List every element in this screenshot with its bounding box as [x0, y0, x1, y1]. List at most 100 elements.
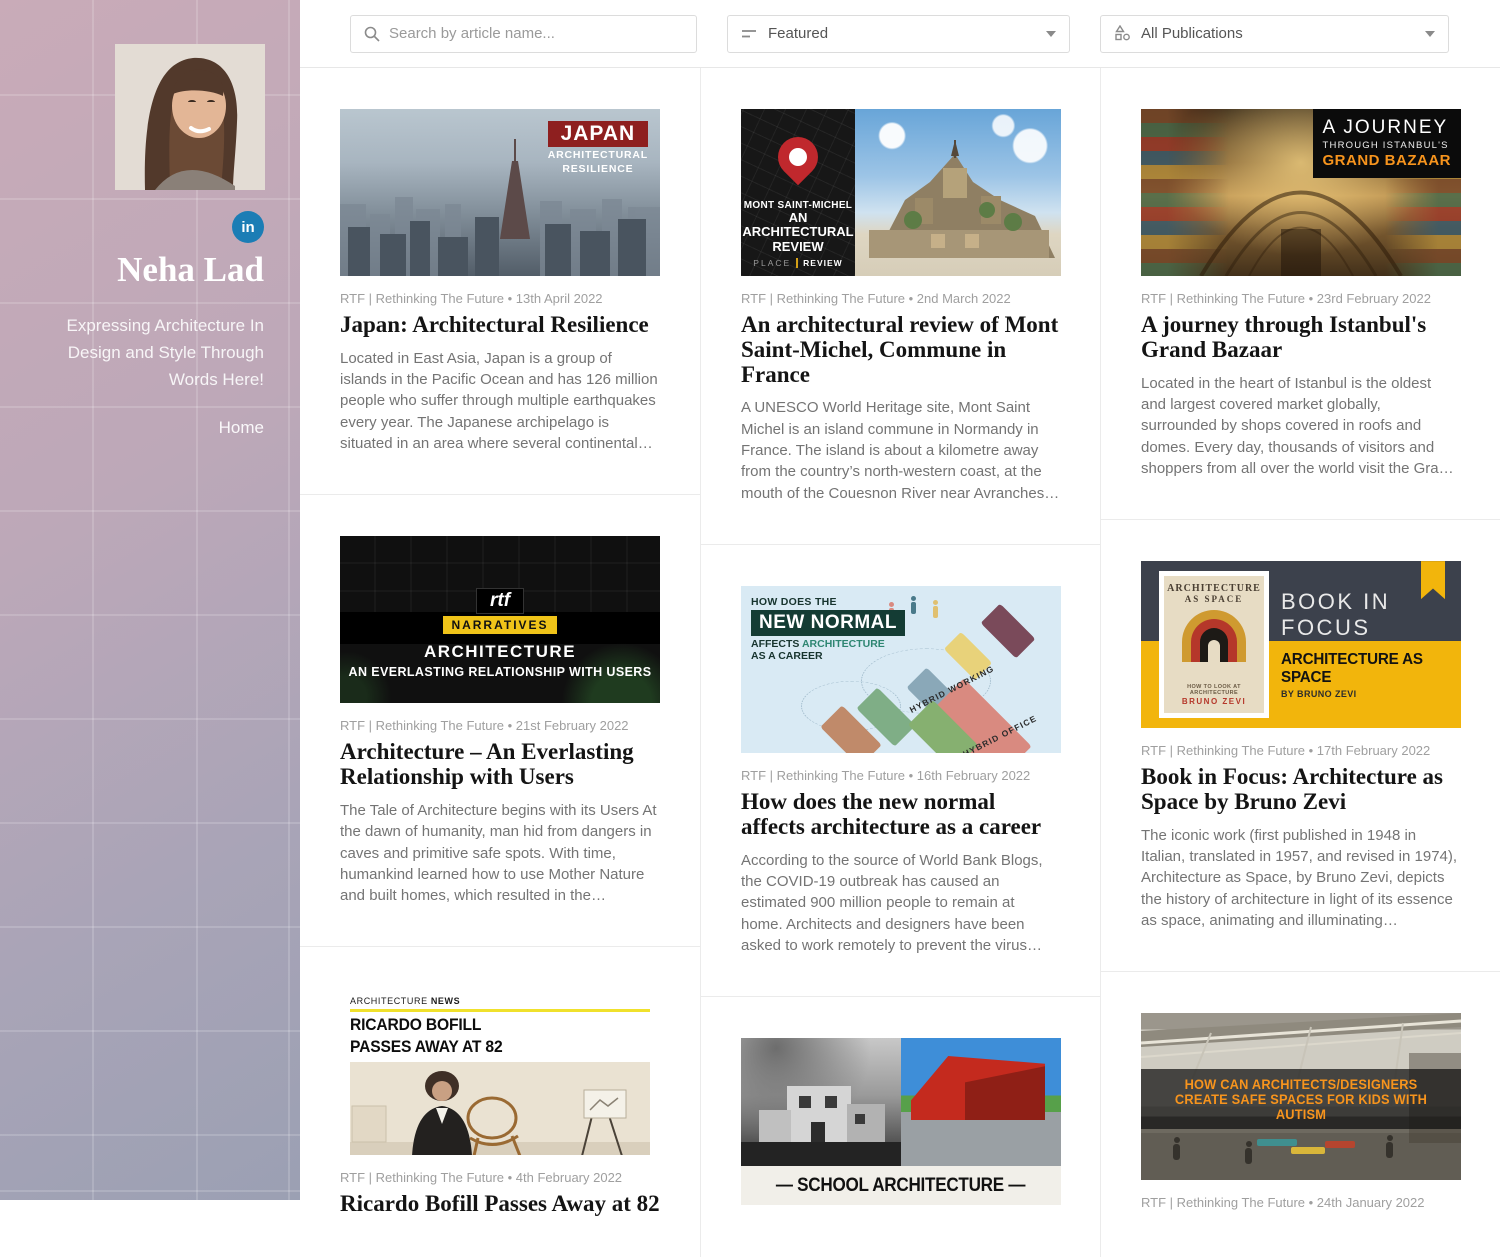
cover-subtitle: HOW TO LOOK AT ARCHITECTURE	[1164, 684, 1264, 696]
thumbnail-author: BY BRUNO ZEVI	[1281, 689, 1455, 699]
article-excerpt: According to the source of World Bank Bl…	[741, 850, 1060, 956]
article-excerpt: Located in East Asia, Japan is a group o…	[340, 348, 660, 454]
bofill-portrait	[350, 1062, 650, 1156]
article-title[interactable]: Architecture – An Everlasting Relationsh…	[340, 740, 660, 790]
article-card-mont-saint-michel[interactable]: MONT SAINT-MICHEL AN ARCHITECTURAL REVIE…	[701, 68, 1100, 545]
article-title[interactable]: An architectural review of Mont Saint-Mi…	[741, 313, 1060, 387]
thumbnail-title-block: A JOURNEY THROUGH ISTANBUL'S GRAND BAZAA…	[1313, 109, 1462, 178]
thumbnail-kicker: HOW DOES THE	[751, 596, 905, 608]
main-content: Featured All Publications	[300, 0, 1500, 1200]
avatar-portrait-graphic	[115, 44, 265, 190]
article-card-japan[interactable]: JAPAN ARCHITECTURAL RESILIENCE RTF | Ret…	[300, 68, 700, 495]
thumbnail-tags: PLACE REVIEW	[741, 258, 855, 268]
article-thumbnail-new-normal[interactable]: HYBRID WORKING HYBRID OFFICE HOW DOES TH…	[741, 586, 1061, 753]
article-thumbnail-mont-saint-michel[interactable]: MONT SAINT-MICHEL AN ARCHITECTURAL REVIE…	[741, 109, 1061, 276]
article-title[interactable]: Book in Focus: Architecture as Space by …	[1141, 765, 1460, 815]
old-school-photo	[741, 1038, 901, 1166]
thumbnail-subtitle: AFFECTS ARCHITECTURE	[751, 638, 905, 650]
kicker-text-bold: NEWS	[431, 996, 460, 1006]
narratives-badge: NARRATIVES	[443, 616, 556, 634]
publications-dropdown-value: All Publications	[1141, 25, 1243, 42]
subtitle-part: ARCHITECTURE	[802, 638, 885, 650]
search-icon	[364, 26, 380, 42]
thumbnail-title-band: HOW CAN ARCHITECTS/DESIGNERS CREATE SAFE…	[1141, 1069, 1461, 1129]
mont-saint-michel-photo	[855, 109, 1061, 276]
thumbnail-subtitle: AN EVERLASTING RELATIONSHIP WITH USERS	[349, 665, 652, 679]
sort-icon	[741, 28, 758, 40]
book-cover: ARCHITECTURE AS SPACE HOW TO LOOK AT ARC…	[1159, 571, 1269, 718]
article-thumbnail-book-in-focus[interactable]: BOOK IN FOCUS ARCHITECTURE AS SPACE BY B…	[1141, 561, 1461, 728]
article-meta: RTF | Rethinking The Future • 17th Febru…	[1141, 743, 1460, 758]
article-card-autism-spaces[interactable]: HOW CAN ARCHITECTS/DESIGNERS CREATE SAFE…	[1101, 972, 1500, 1250]
article-title[interactable]: A journey through Istanbul's Grand Bazaa…	[1141, 313, 1460, 363]
thumbnail-title: A JOURNEY	[1323, 117, 1452, 139]
linkedin-icon[interactable]: in	[232, 211, 264, 243]
thumbnail-title-block: ARCHITECTURE AS SPACE BY BRUNO ZEVI	[1281, 651, 1455, 699]
castle-graphic	[855, 138, 1061, 258]
person-figure	[911, 602, 916, 614]
article-thumbnail-school[interactable]: — SCHOOL ARCHITECTURE —	[741, 1038, 1061, 1205]
article-thumbnail-japan[interactable]: JAPAN ARCHITECTURAL RESILIENCE	[340, 109, 660, 276]
sort-dropdown[interactable]: Featured	[727, 15, 1070, 53]
article-title[interactable]: Ricardo Bofill Passes Away at 82	[340, 1192, 660, 1217]
sidebar: in Neha Lad Expressing Architecture In D…	[0, 0, 300, 1200]
search-box[interactable]	[350, 15, 697, 53]
sidebar-item-home[interactable]: Home	[219, 418, 264, 438]
thumbnail-title-block: rtf NARRATIVES ARCHITECTURE AN EVERLASTI…	[340, 536, 660, 703]
person-silhouette	[1173, 1144, 1180, 1160]
school-photos	[741, 1038, 1061, 1166]
cover-title: AS SPACE	[1164, 594, 1264, 604]
article-thumbnail-grand-bazaar[interactable]: A JOURNEY THROUGH ISTANBUL'S GRAND BAZAA…	[1141, 109, 1461, 276]
avatar	[115, 44, 265, 190]
thumbnail-subtitle: ARCHITECTURAL	[548, 149, 648, 161]
thumbnail-title-block: MONT SAINT-MICHEL AN ARCHITECTURAL REVIE…	[741, 200, 855, 268]
article-thumbnail-bofill[interactable]: ARCHITECTURE NEWS RICARDO BOFILL PASSES …	[340, 988, 660, 1155]
search-input[interactable]	[389, 25, 683, 42]
person-figure	[933, 606, 938, 618]
article-meta: RTF | Rethinking The Future • 16th Febru…	[741, 768, 1060, 783]
article-meta: RTF | Rethinking The Future • 4th Februa…	[340, 1170, 660, 1185]
article-thumbnail-everlasting[interactable]: rtf NARRATIVES ARCHITECTURE AN EVERLASTI…	[340, 536, 660, 703]
thumbnail-title: REVIEW	[741, 240, 855, 254]
article-card-school-architecture[interactable]: — SCHOOL ARCHITECTURE —	[701, 997, 1100, 1245]
profile-name: Neha Lad	[20, 250, 264, 290]
old-building-graphic	[741, 1038, 901, 1166]
article-title[interactable]: Japan: Architectural Resilience	[340, 313, 660, 338]
article-meta: RTF | Rethinking The Future • 2nd March …	[741, 291, 1060, 306]
thumbnail-caption-band: — SCHOOL ARCHITECTURE —	[741, 1166, 1061, 1205]
article-meta: RTF | Rethinking The Future • 23rd Febru…	[1141, 291, 1460, 306]
thumbnail-highlight: GRAND BAZAAR	[1323, 152, 1452, 169]
person-silhouette	[1245, 1148, 1252, 1164]
article-card-grand-bazaar[interactable]: A JOURNEY THROUGH ISTANBUL'S GRAND BAZAA…	[1101, 68, 1500, 520]
chevron-down-icon	[1046, 31, 1056, 37]
book-cover-art: ARCHITECTURE AS SPACE HOW TO LOOK AT ARC…	[1164, 576, 1264, 713]
thumbnail-title: NEW NORMAL	[751, 610, 905, 636]
article-meta: RTF | Rethinking The Future • 24th Janua…	[1141, 1195, 1460, 1210]
publications-dropdown[interactable]: All Publications	[1100, 15, 1449, 53]
tag-divider	[796, 258, 798, 268]
thumbnail-title: JAPAN	[548, 121, 648, 147]
category-shapes-icon	[1114, 25, 1131, 42]
article-card-everlasting[interactable]: rtf NARRATIVES ARCHITECTURE AN EVERLASTI…	[300, 495, 700, 947]
article-thumbnail-autism[interactable]: HOW CAN ARCHITECTS/DESIGNERS CREATE SAFE…	[1141, 1013, 1461, 1180]
thumbnail-subtitle: AS A CAREER	[751, 650, 905, 662]
profile-tagline: Expressing Architecture In Design and St…	[64, 312, 264, 393]
thumbnail-series-title: BOOK IN FOCUS	[1281, 589, 1461, 641]
article-title[interactable]: How does the new normal affects architec…	[741, 790, 1060, 840]
thumbnail-subtitle: RESILIENCE	[548, 163, 648, 175]
person-silhouette	[1386, 1142, 1393, 1158]
thumbnail-subtitle: THROUGH ISTANBUL'S	[1323, 140, 1452, 151]
article-card-new-normal[interactable]: HYBRID WORKING HYBRID OFFICE HOW DOES TH…	[701, 545, 1100, 997]
thumbnail-title: ARCHITECTURE AS SPACE	[1281, 651, 1446, 687]
tag-review: REVIEW	[803, 258, 843, 268]
article-excerpt: A UNESCO World Heritage site, Mont Saint…	[741, 397, 1060, 503]
article-excerpt: The Tale of Architecture begins with its…	[340, 800, 660, 906]
bench-graphic	[1325, 1141, 1355, 1148]
article-card-bofill[interactable]: ARCHITECTURE NEWS RICARDO BOFILL PASSES …	[300, 947, 700, 1257]
grid-column-3: A JOURNEY THROUGH ISTANBUL'S GRAND BAZAA…	[1100, 68, 1500, 1257]
article-card-book-in-focus[interactable]: BOOK IN FOCUS ARCHITECTURE AS SPACE BY B…	[1101, 520, 1500, 972]
topbar: Featured All Publications	[300, 0, 1500, 68]
thumbnail-kicker: ARCHITECTURE NEWS	[350, 996, 650, 1012]
grid-column-2: MONT SAINT-MICHEL AN ARCHITECTURAL REVIE…	[700, 68, 1100, 1257]
grid-column-1: JAPAN ARCHITECTURAL RESILIENCE RTF | Ret…	[300, 68, 700, 1257]
